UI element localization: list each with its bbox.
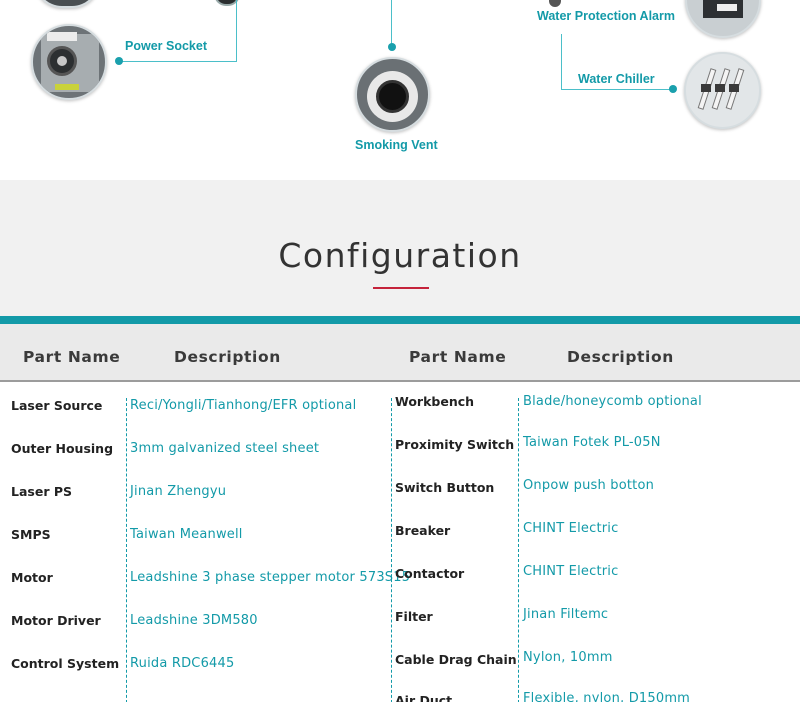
right-row-3-desc: Onpow push botton xyxy=(523,478,655,493)
configuration-table: Laser Source Reci/Yongli/Tianhong/EFR op… xyxy=(0,384,800,702)
water-chiller-dot xyxy=(669,85,677,93)
left-row-7-name: Control System xyxy=(11,656,120,671)
column-divider-right xyxy=(518,398,519,702)
left-row-3-name: Laser PS xyxy=(11,484,72,499)
right-row-1-desc: Blade/honeycomb optional xyxy=(523,394,702,409)
water-chiller-photo xyxy=(684,52,761,129)
right-row-4-desc: CHINT Electric xyxy=(523,521,619,536)
right-row-5-desc: CHINT Electric xyxy=(523,564,619,579)
left-row-1-name: Laser Source xyxy=(11,398,103,413)
water-alarm-photo xyxy=(685,0,761,38)
table-header: Part Name Description Part Name Descript… xyxy=(0,324,800,382)
right-row-1-name: Workbench xyxy=(395,394,475,409)
header-part-name-left: Part Name xyxy=(23,348,121,366)
column-divider-middle xyxy=(391,398,392,702)
right-row-7-name: Cable Drag Chain xyxy=(395,652,517,667)
power-socket-dot xyxy=(115,57,123,65)
smoking-vent-label: Smoking Vent xyxy=(355,138,438,152)
right-row-7-desc: Nylon, 10mm xyxy=(523,650,613,665)
right-row-4-name: Breaker xyxy=(395,523,451,538)
water-chiller-connector-vertical xyxy=(561,34,562,89)
header-description-right: Description xyxy=(567,348,674,366)
right-row-8-name: Air Duct xyxy=(395,693,453,702)
right-row-8-desc: Flexible, nylon, D150mm xyxy=(523,691,691,702)
water-chiller-connector-horizontal xyxy=(561,89,674,90)
right-row-6-name: Filter xyxy=(395,609,433,624)
left-row-1-desc: Reci/Yongli/Tianhong/EFR optional xyxy=(130,398,357,413)
left-row-2-desc: 3mm galvanized steel sheet xyxy=(130,441,320,456)
left-row-2-name: Outer Housing xyxy=(11,441,114,456)
column-divider-left xyxy=(126,398,127,702)
right-row-2-name: Proximity Switch xyxy=(395,437,515,452)
left-row-6-name: Motor Driver xyxy=(11,613,101,628)
right-row-3-name: Switch Button xyxy=(395,480,495,495)
left-row-5-name: Motor xyxy=(11,570,53,585)
right-row-5-name: Contactor xyxy=(395,566,465,581)
smoking-vent-connector xyxy=(391,0,392,44)
table-top-bar xyxy=(0,316,800,324)
power-socket-label: Power Socket xyxy=(125,39,207,53)
smoking-vent-dot xyxy=(388,43,396,51)
power-socket-connector-vertical xyxy=(236,0,237,62)
right-row-6-desc: Jinan Filtemc xyxy=(523,607,609,622)
power-socket-connector-horizontal xyxy=(118,61,237,62)
left-row-5-desc: Leadshine 3 phase stepper motor 573S15 xyxy=(130,570,411,585)
configuration-section-header: Configuration xyxy=(0,180,800,316)
configuration-title: Configuration xyxy=(278,236,522,275)
title-underline xyxy=(373,287,429,289)
smoking-vent-photo xyxy=(355,57,430,132)
parts-diagram: Power Socket Smoking Vent Water Protecti… xyxy=(0,0,800,180)
header-part-name-right: Part Name xyxy=(409,348,507,366)
header-description-left: Description xyxy=(174,348,281,366)
left-row-4-name: SMPS xyxy=(11,527,51,542)
power-socket-photo xyxy=(31,24,107,100)
water-alarm-label: Water Protection Alarm xyxy=(537,9,675,23)
component-photo-top-left xyxy=(34,0,100,8)
left-row-6-desc: Leadshine 3DM580 xyxy=(130,613,258,628)
right-row-2-desc: Taiwan Fotek PL-05N xyxy=(523,435,661,450)
left-row-3-desc: Jinan Zhengyu xyxy=(130,484,227,499)
alarm-sensor-photo xyxy=(549,0,561,7)
left-row-4-desc: Taiwan Meanwell xyxy=(130,527,243,542)
water-chiller-label: Water Chiller xyxy=(578,72,655,86)
left-row-7-desc: Ruida RDC6445 xyxy=(130,656,235,671)
